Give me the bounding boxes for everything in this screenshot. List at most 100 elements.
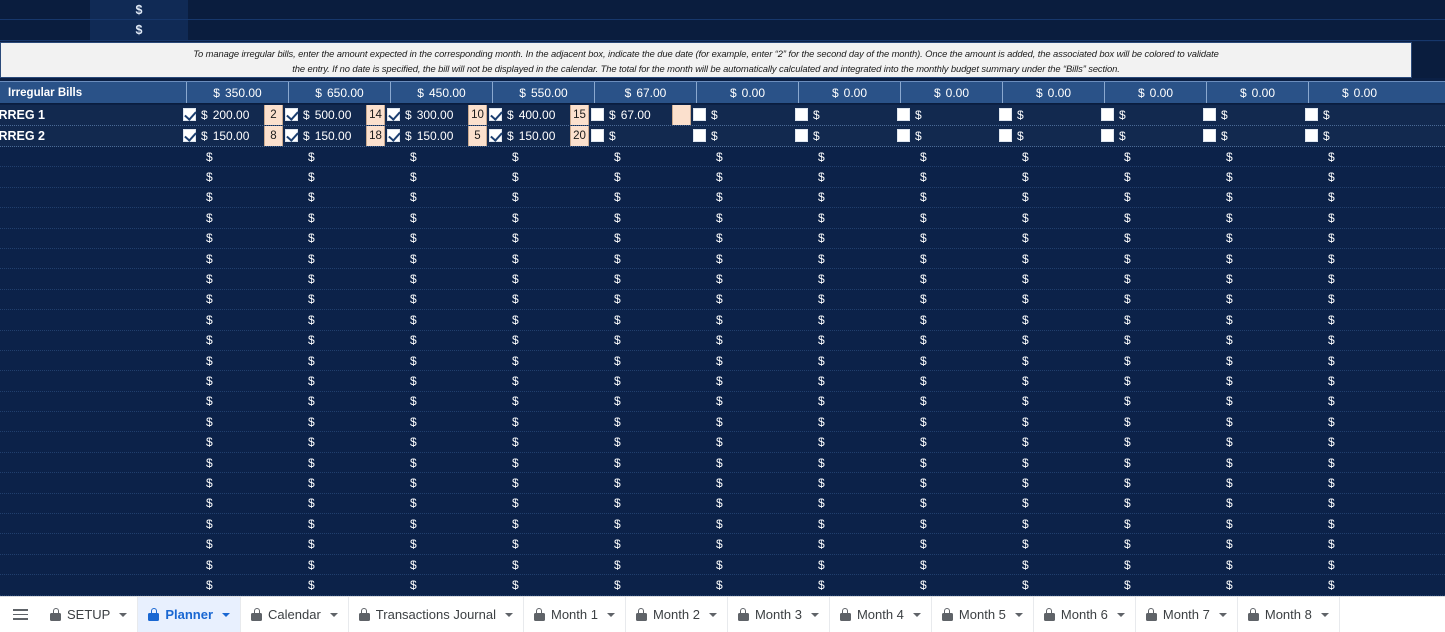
empty-month-cell[interactable]: $ (594, 310, 696, 329)
month-total-cell[interactable]: $67.00 (594, 82, 696, 103)
empty-month-cell[interactable]: $ (1104, 432, 1206, 451)
empty-month-cell[interactable]: $ (900, 167, 1002, 186)
empty-month-cell[interactable]: $ (390, 290, 492, 309)
empty-month-cell[interactable]: $ (1104, 188, 1206, 207)
empty-month-cell[interactable]: $ (900, 514, 1002, 533)
due-day-input[interactable] (978, 126, 997, 146)
empty-month-cell[interactable]: $ (1104, 249, 1206, 268)
empty-month-cell[interactable]: $ (900, 494, 1002, 513)
empty-month-cell[interactable]: $ (696, 310, 798, 329)
empty-month-cell[interactable]: $ (1104, 453, 1206, 472)
bill-month-cell[interactable]: $200.00 2 (181, 104, 283, 125)
empty-month-cell[interactable]: $ (492, 208, 594, 227)
empty-month-cell[interactable]: $ (1308, 453, 1410, 472)
empty-month-cell[interactable]: $ (288, 514, 390, 533)
empty-month-cell[interactable]: $ (186, 167, 288, 186)
empty-month-cell[interactable]: $ (1206, 147, 1308, 166)
sheet-tab-month-8[interactable]: Month 8 (1238, 597, 1340, 632)
bill-month-cell[interactable]: $ (691, 126, 793, 146)
empty-month-cell[interactable]: $ (492, 412, 594, 431)
bill-month-cell[interactable]: $ (1201, 126, 1303, 146)
empty-month-cell[interactable]: $ (288, 188, 390, 207)
empty-month-cell[interactable]: $ (1002, 290, 1104, 309)
empty-month-cell[interactable]: $ (798, 290, 900, 309)
empty-month-cell[interactable]: $ (1104, 494, 1206, 513)
bill-month-cell[interactable]: $500.00 14 (283, 104, 385, 125)
empty-month-cell[interactable]: $ (594, 208, 696, 227)
bill-month-cell[interactable]: $150.00 20 (487, 125, 589, 146)
month-total-cell[interactable]: $350.00 (186, 82, 288, 103)
empty-month-cell[interactable]: $ (390, 412, 492, 431)
due-day-input[interactable] (1182, 126, 1201, 146)
empty-month-cell[interactable]: $ (1002, 229, 1104, 248)
month-total-cell[interactable]: $0.00 (696, 82, 798, 103)
empty-month-cell[interactable]: $ (1206, 555, 1308, 574)
empty-month-cell[interactable]: $ (1308, 208, 1410, 227)
empty-month-cell[interactable]: $ (1206, 208, 1308, 227)
empty-month-cell[interactable]: $ (798, 269, 900, 288)
sheet-tab-month-5[interactable]: Month 5 (932, 597, 1034, 632)
empty-month-cell[interactable]: $ (1308, 514, 1410, 533)
empty-month-cell[interactable]: $ (798, 310, 900, 329)
empty-month-cell[interactable]: $ (900, 290, 1002, 309)
empty-month-cell[interactable]: $ (1308, 351, 1410, 370)
empty-month-cell[interactable]: $ (492, 331, 594, 350)
empty-row[interactable]: $ $ $ $ $ $ $ $ $ $ $ $ (0, 269, 1445, 290)
empty-month-cell[interactable]: $ (288, 412, 390, 431)
sheet-tab-month-7[interactable]: Month 7 (1136, 597, 1238, 632)
empty-month-cell[interactable]: $ (1206, 575, 1308, 594)
empty-month-cell[interactable]: $ (1308, 555, 1410, 574)
empty-row[interactable]: $ $ $ $ $ $ $ $ $ $ $ $ (0, 575, 1445, 596)
bill-month-cell[interactable]: $ (1099, 126, 1201, 146)
empty-month-cell[interactable]: $ (1002, 167, 1104, 186)
sheet-tab-month-6[interactable]: Month 6 (1034, 597, 1136, 632)
empty-month-cell[interactable]: $ (798, 392, 900, 411)
chevron-down-icon[interactable] (1116, 612, 1125, 617)
empty-month-cell[interactable]: $ (390, 432, 492, 451)
due-day-input[interactable]: 15 (570, 104, 589, 125)
due-day-input[interactable] (876, 126, 895, 146)
empty-month-cell[interactable]: $ (390, 514, 492, 533)
empty-month-cell[interactable]: $ (492, 229, 594, 248)
empty-month-cell[interactable]: $ (492, 534, 594, 553)
empty-month-cell[interactable]: $ (186, 371, 288, 390)
empty-row[interactable]: $ $ $ $ $ $ $ $ $ $ $ $ (0, 147, 1445, 168)
bill-paid-checkbox[interactable] (1305, 108, 1318, 122)
bill-amount-input[interactable]: $ (1318, 129, 1386, 143)
empty-month-cell[interactable]: $ (1104, 371, 1206, 390)
empty-month-cell[interactable]: $ (492, 147, 594, 166)
empty-month-cell[interactable]: $ (288, 208, 390, 227)
bill-month-cell[interactable]: $150.00 8 (181, 125, 283, 146)
empty-month-cell[interactable]: $ (390, 555, 492, 574)
empty-month-cell[interactable]: $ (1002, 432, 1104, 451)
empty-month-cell[interactable]: $ (1206, 514, 1308, 533)
empty-month-cell[interactable]: $ (1206, 494, 1308, 513)
bill-paid-checkbox[interactable] (897, 129, 910, 143)
empty-row[interactable]: $ $ $ $ $ $ $ $ $ $ $ $ (0, 514, 1445, 535)
empty-month-cell[interactable]: $ (1206, 432, 1308, 451)
empty-month-cell[interactable]: $ (1002, 331, 1104, 350)
empty-month-cell[interactable]: $ (186, 208, 288, 227)
empty-row[interactable]: $ $ $ $ $ $ $ $ $ $ $ $ (0, 432, 1445, 453)
empty-month-cell[interactable]: $ (696, 269, 798, 288)
empty-month-cell[interactable]: $ (1206, 310, 1308, 329)
empty-month-cell[interactable]: $ (492, 392, 594, 411)
bill-amount-input[interactable]: $ (706, 129, 774, 143)
empty-row[interactable]: $ $ $ $ $ $ $ $ $ $ $ $ (0, 310, 1445, 331)
empty-month-cell[interactable]: $ (696, 534, 798, 553)
empty-month-cell[interactable]: $ (798, 534, 900, 553)
bill-month-cell[interactable]: $67.00 (589, 104, 691, 125)
empty-rows-region[interactable]: $ $ $ $ $ $ $ $ $ $ $ $ $ $ $ $ $ $ $ $ $ $ $ $ $ $ $ $ $ $ $ $ $ $ $ $ $ $ $ $… (0, 147, 1445, 596)
month-total-cell[interactable]: $650.00 (288, 82, 390, 103)
empty-month-cell[interactable]: $ (390, 371, 492, 390)
empty-month-cell[interactable]: $ (1104, 331, 1206, 350)
empty-month-cell[interactable]: $ (696, 514, 798, 533)
chevron-down-icon[interactable] (119, 612, 128, 617)
empty-month-cell[interactable]: $ (186, 555, 288, 574)
empty-month-cell[interactable]: $ (696, 453, 798, 472)
chevron-down-icon[interactable] (606, 612, 615, 617)
empty-month-cell[interactable]: $ (1308, 167, 1410, 186)
bill-month-cell[interactable]: $ (793, 105, 895, 125)
due-day-input[interactable] (1284, 126, 1303, 146)
bill-month-cell[interactable]: $ (997, 126, 1099, 146)
